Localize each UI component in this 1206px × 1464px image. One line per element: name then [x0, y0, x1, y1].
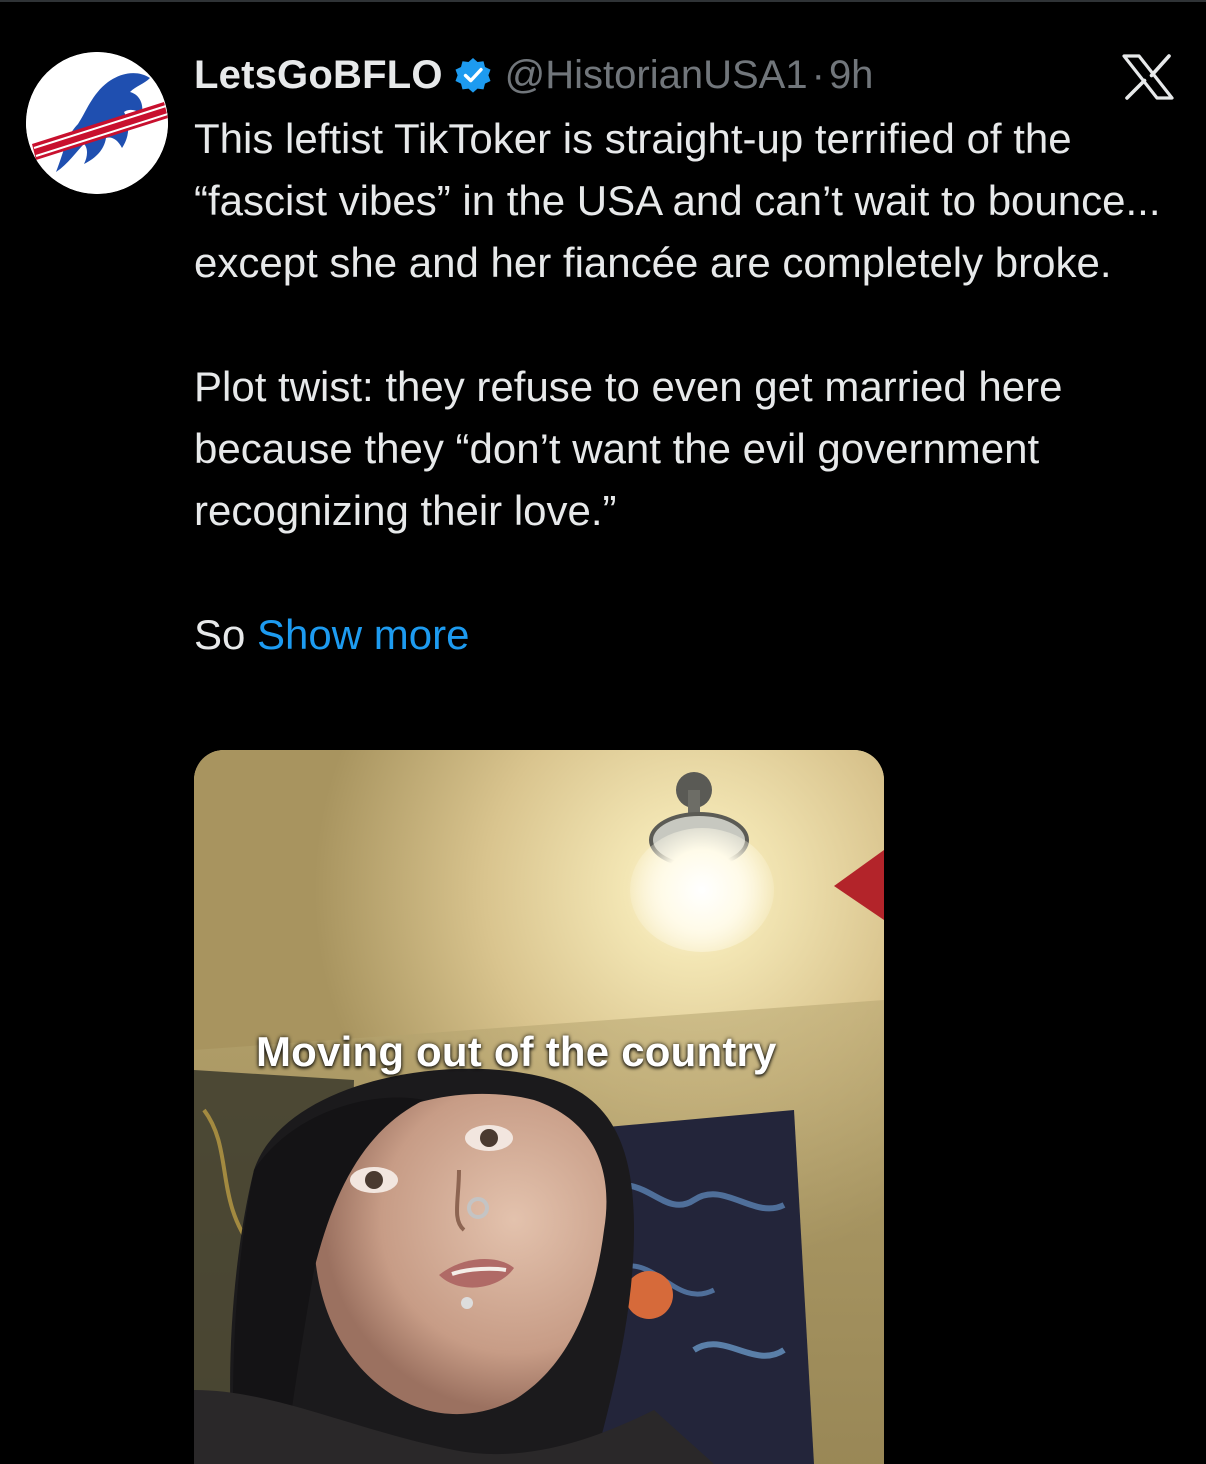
- tweet-paragraph: Plot twist: they refuse to even get marr…: [194, 363, 1063, 534]
- tweet-header: LetsGoBFLO @HistorianUSA1 · 9h: [194, 48, 873, 102]
- tweet-truncated-line: So Show more: [194, 604, 1184, 666]
- show-more-link[interactable]: Show more: [257, 611, 469, 658]
- handle[interactable]: @HistorianUSA1: [505, 53, 808, 98]
- separator-dot: ·: [811, 52, 825, 97]
- tweet-paragraph: This leftist TikToker is straight-up ter…: [194, 115, 1161, 286]
- x-logo-icon: [1120, 54, 1176, 100]
- avatar[interactable]: [26, 52, 168, 194]
- video-thumbnail[interactable]: [194, 750, 884, 1464]
- video-frame-image: [194, 750, 884, 1464]
- truncated-lead-text: So: [194, 611, 246, 658]
- top-divider: [0, 0, 1206, 2]
- video-caption-overlay: Moving out of the country: [256, 1028, 777, 1075]
- display-name[interactable]: LetsGoBFLO: [194, 53, 443, 98]
- timestamp[interactable]: 9h: [829, 53, 874, 98]
- tweet-body: This leftist TikToker is straight-up ter…: [194, 108, 1184, 666]
- buffalo-logo-avatar-icon: [26, 52, 168, 194]
- verified-badge-icon: [453, 55, 493, 95]
